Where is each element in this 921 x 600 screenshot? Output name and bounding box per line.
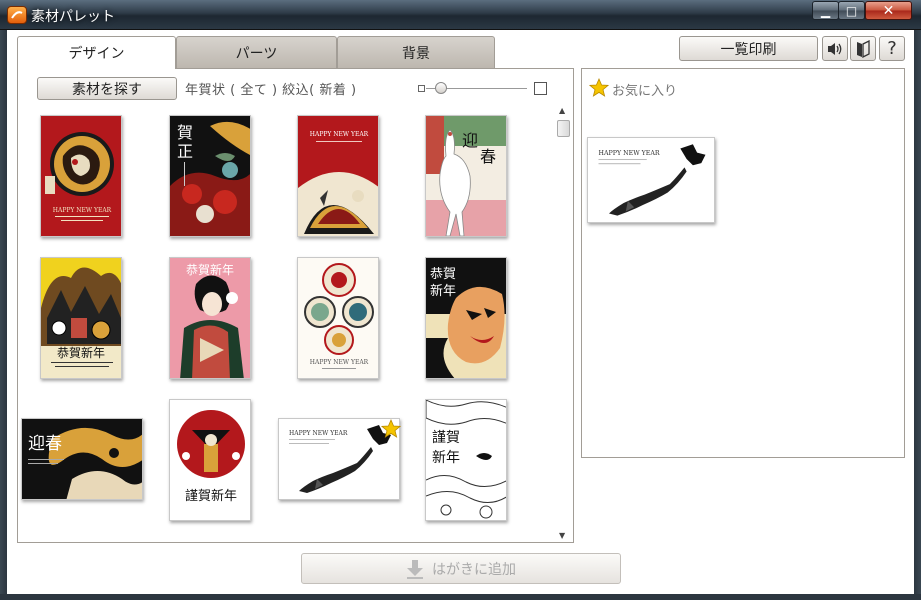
tab-background[interactable]: 背景: [337, 36, 495, 68]
card-text: 恭賀新年: [57, 345, 105, 360]
filter-status: 年賀状 ( 全て ) 絞込( 新着 ): [185, 83, 357, 98]
app-icon: [7, 6, 27, 24]
window-frame-left: [0, 30, 7, 600]
design-thumbnail-1[interactable]: HAPPY NEW YEAR: [40, 115, 122, 237]
design-thumbnail-4[interactable]: 迎春: [425, 115, 507, 237]
book-icon: [857, 39, 870, 58]
zoom-in-icon[interactable]: [534, 82, 547, 95]
minimize-button[interactable]: ▁: [812, 1, 839, 20]
card-text: HAPPY NEW YEAR: [53, 207, 112, 214]
search-material-label: 素材を探す: [72, 81, 142, 98]
window-title: 素材パレット: [31, 9, 115, 25]
design-thumbnail-5[interactable]: 恭賀新年: [40, 257, 122, 379]
window-frame-bottom: [0, 594, 921, 600]
design-thumbnail-2[interactable]: 賀正: [169, 115, 251, 237]
print-list-label: 一覧印刷: [720, 41, 777, 58]
close-icon: ✕: [882, 2, 895, 19]
design-thumbnail-10[interactable]: 謹賀新年: [169, 399, 251, 521]
help-icon: ?: [887, 38, 897, 59]
tab-label: デザイン: [68, 46, 125, 62]
favorites-panel: お気に入り HAPPY NEW YEAR: [581, 68, 905, 458]
zoom-out-icon[interactable]: [418, 85, 425, 92]
design-thumbnail-9[interactable]: 迎春: [21, 418, 143, 500]
add-to-postcard-label: はがきに追加: [432, 561, 516, 578]
help-button[interactable]: ?: [879, 36, 905, 61]
minimize-icon: ▁: [820, 3, 831, 18]
close-button[interactable]: ✕: [865, 1, 912, 20]
card-text: 迎春: [28, 434, 62, 454]
download-arrow-icon: [407, 559, 423, 579]
tab-parts[interactable]: パーツ: [176, 36, 337, 68]
favorites-label: お気に入り: [612, 84, 678, 99]
vertical-scrollbar[interactable]: ▲ ▼: [555, 105, 573, 542]
title-bar[interactable]: 素材パレット ▁ □ ✕: [0, 0, 921, 30]
tab-design[interactable]: デザイン: [17, 36, 176, 69]
card-text: 謹賀新年: [185, 488, 237, 504]
favorite-thumbnail-1[interactable]: HAPPY NEW YEAR: [587, 137, 715, 223]
card-text: HAPPY NEW YEAR: [599, 150, 660, 157]
maximize-button[interactable]: □: [838, 1, 865, 20]
speaker-icon: [828, 42, 842, 55]
card-text: 賀正: [177, 123, 193, 161]
scroll-down-icon[interactable]: ▼: [559, 531, 565, 540]
print-list-button[interactable]: 一覧印刷: [679, 36, 818, 61]
card-text: HAPPY NEW YEAR: [310, 359, 369, 366]
guide-button[interactable]: [850, 36, 876, 61]
maximize-icon: □: [845, 3, 858, 18]
design-thumbnail-7[interactable]: HAPPY NEW YEAR: [297, 257, 379, 379]
favorite-star-icon[interactable]: [381, 419, 401, 439]
design-thumbnail-3[interactable]: HAPPY NEW YEAR: [297, 115, 379, 237]
sound-button[interactable]: [822, 36, 848, 61]
client-area: デザイン パーツ 背景 一覧印刷 ? 素材を探す 年賀状 ( 全て ) 絞込( …: [7, 30, 914, 594]
card-text: HAPPY NEW YEAR: [289, 430, 348, 437]
scroll-up-icon[interactable]: ▲: [559, 106, 565, 115]
favorites-star-icon: [589, 78, 609, 97]
add-to-postcard-button[interactable]: はがきに追加: [301, 553, 621, 584]
tab-label: 背景: [402, 45, 430, 62]
design-thumbnail-12[interactable]: 謹賀新年: [425, 399, 507, 521]
zoom-slider-thumb[interactable]: [435, 82, 448, 94]
material-panel: 素材を探す 年賀状 ( 全て ) 絞込( 新着 ) HAPPY NEW YEAR: [17, 68, 574, 543]
window-frame-right: [914, 30, 921, 600]
card-text: HAPPY NEW YEAR: [310, 131, 369, 138]
scrollbar-thumb[interactable]: [557, 120, 570, 137]
tab-label: パーツ: [235, 45, 278, 62]
search-material-button[interactable]: 素材を探す: [37, 77, 177, 100]
card-text: 恭賀新年: [186, 262, 234, 277]
design-thumbnail-8[interactable]: 恭賀新年: [425, 257, 507, 379]
design-thumbnail-6[interactable]: 恭賀新年: [169, 257, 251, 379]
